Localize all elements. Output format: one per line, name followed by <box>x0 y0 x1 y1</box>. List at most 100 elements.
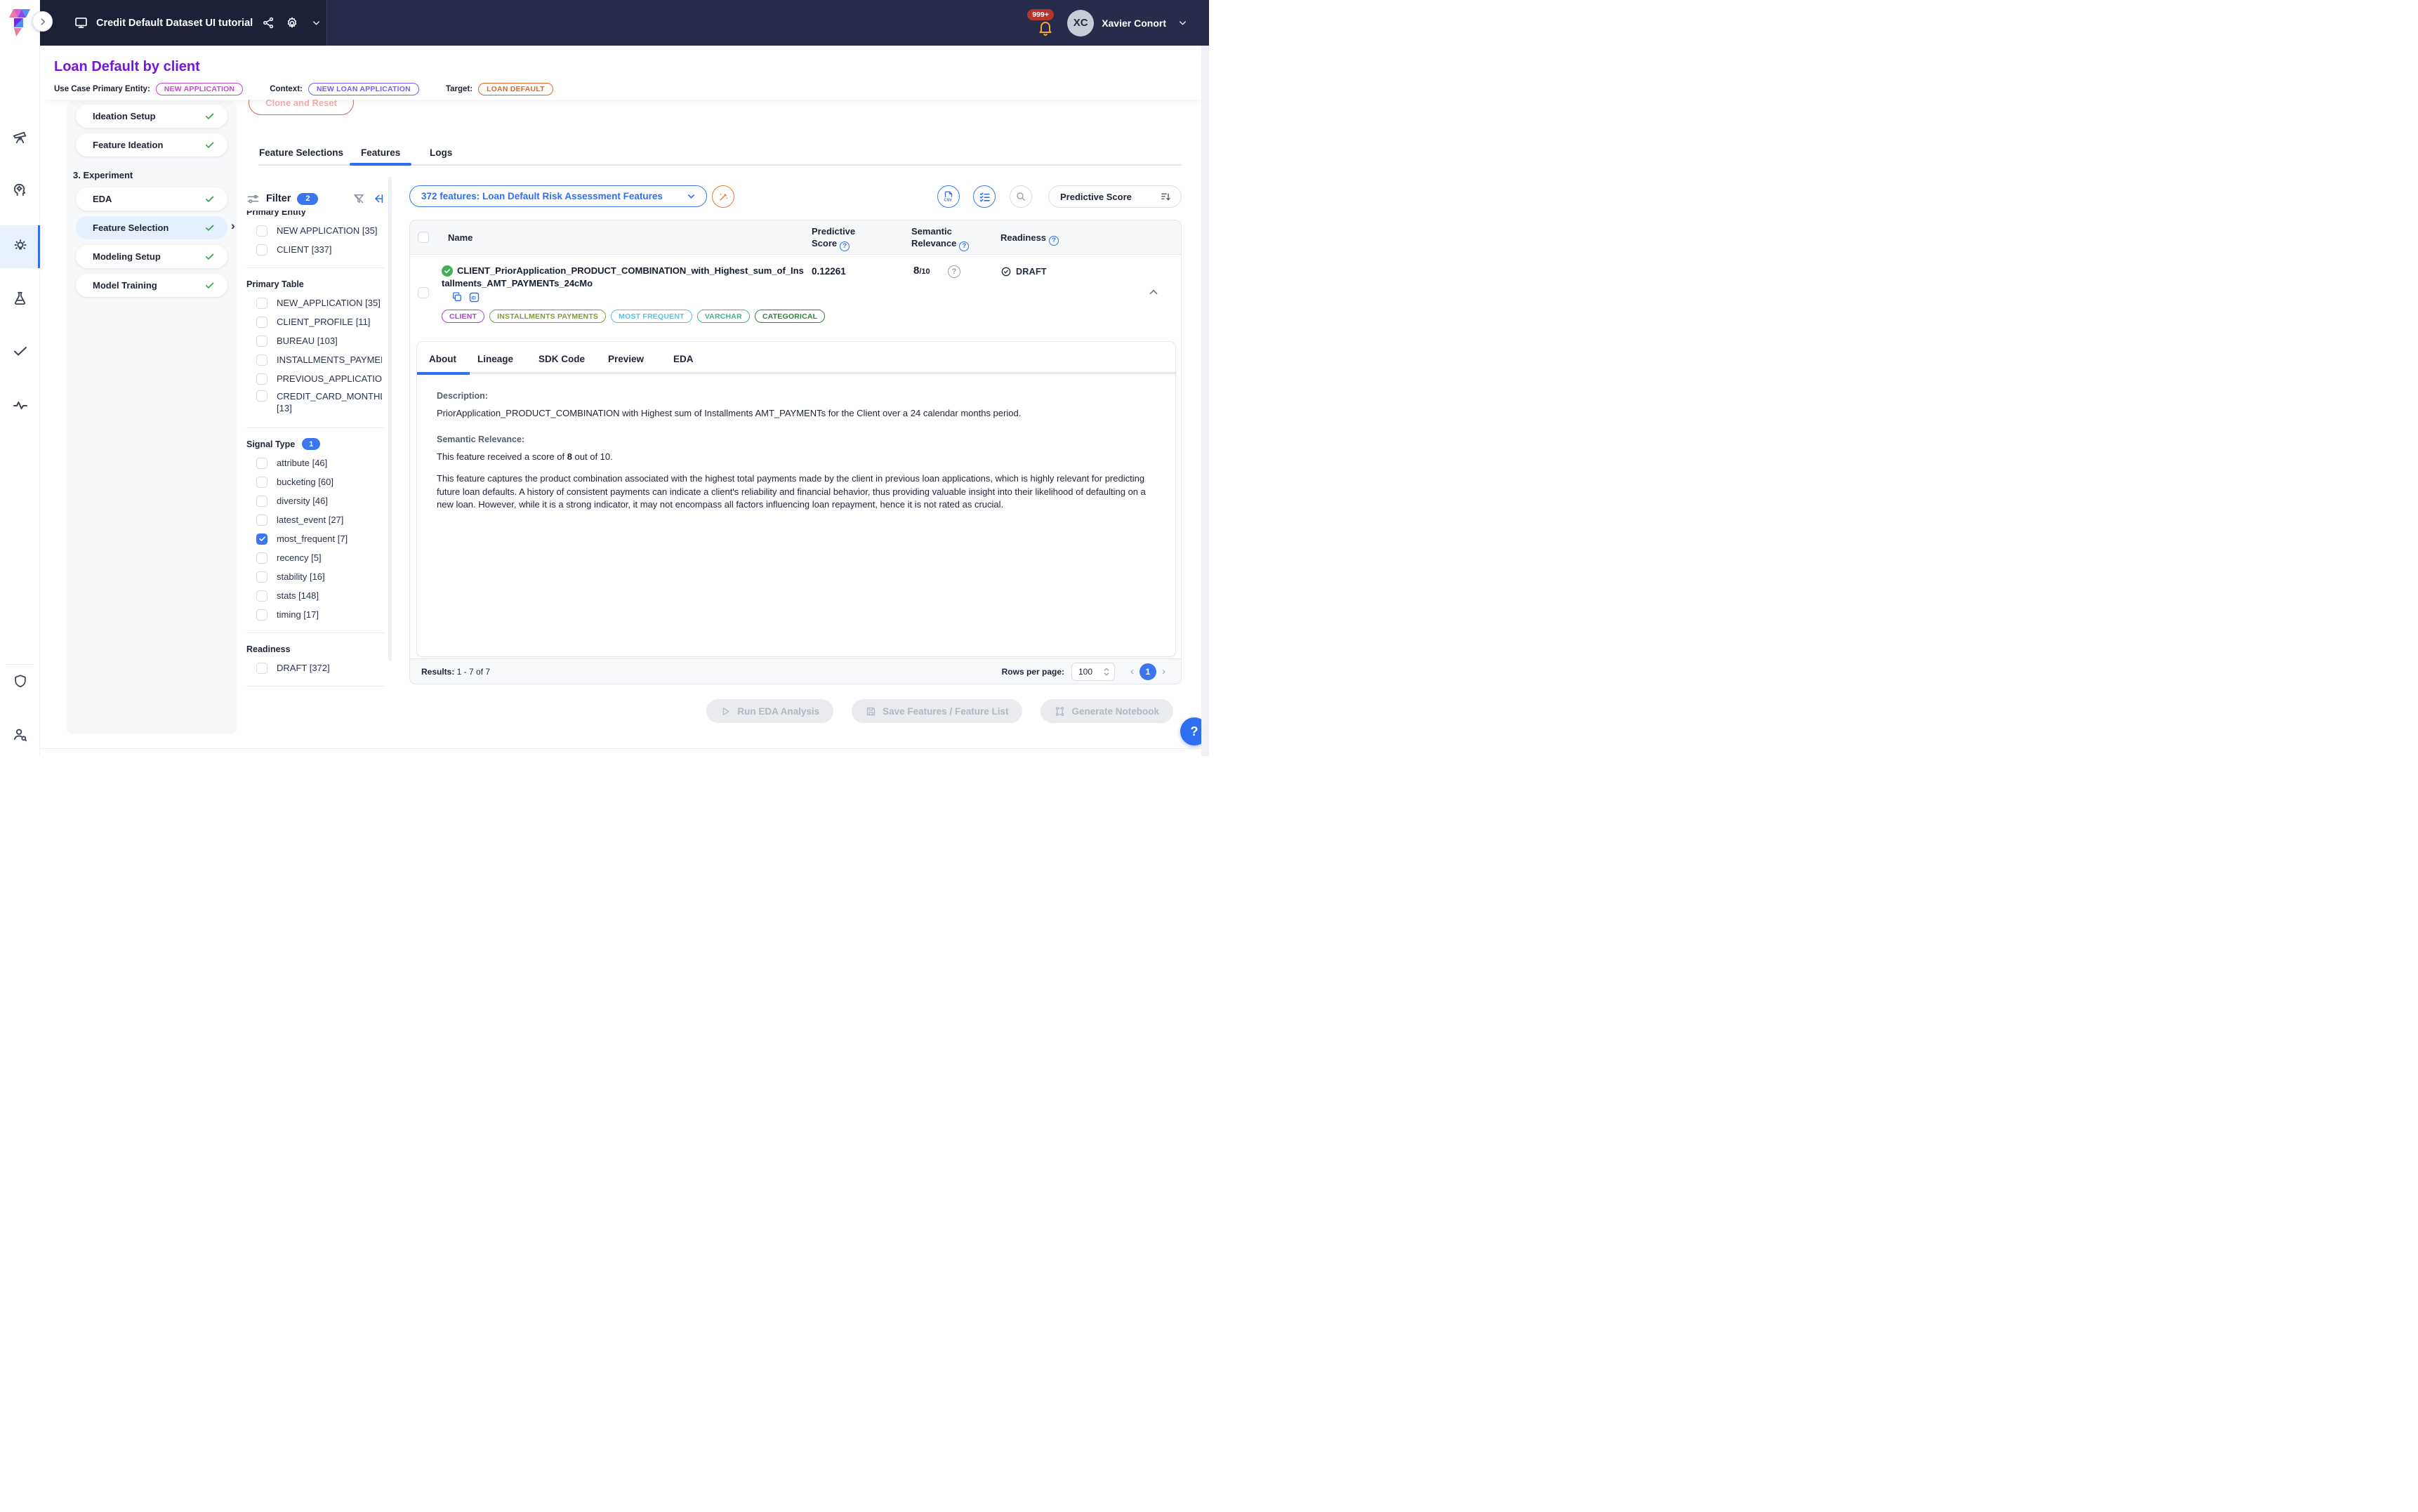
collapse-row-icon[interactable] <box>1147 286 1160 302</box>
detail-tab-sdk-code[interactable]: SDK Code <box>539 354 585 364</box>
telescope-icon[interactable] <box>0 123 40 151</box>
check-icon[interactable] <box>0 337 40 365</box>
tab-logs[interactable]: Logs <box>430 147 452 158</box>
lightbulb-icon[interactable] <box>0 232 40 260</box>
window-scrollbar[interactable] <box>1201 46 1209 756</box>
feature-name[interactable]: CLIENT_PriorApplication_PRODUCT_COMBINAT… <box>442 265 807 290</box>
filter-option[interactable]: CREDIT_CARD_MONTHLY_B [13] <box>246 388 384 419</box>
tab-features[interactable]: Features <box>361 147 400 158</box>
filter-option[interactable]: PREVIOUS_APPLICATION [6 <box>246 369 384 388</box>
clear-filters-icon[interactable] <box>352 192 365 205</box>
share-icon[interactable] <box>260 15 277 32</box>
gear-icon[interactable] <box>284 15 300 32</box>
checkbox[interactable] <box>256 571 267 583</box>
checkbox[interactable] <box>256 354 267 366</box>
checkbox[interactable] <box>256 390 267 402</box>
help-circle-icon[interactable]: ? <box>840 241 850 251</box>
content-area: Ideation Setup Feature Ideation 3. Exper… <box>40 100 1209 756</box>
filter-option[interactable]: CLIENT [337] <box>246 240 384 259</box>
filter-option-most-frequent[interactable]: most_frequent [7] <box>246 529 384 548</box>
checkbox[interactable] <box>256 317 267 328</box>
filter-option[interactable]: bucketing [60] <box>246 472 384 491</box>
save-features-button[interactable]: Save Features / Feature List <box>852 699 1022 723</box>
filter-option[interactable]: diversity [46] <box>246 491 384 510</box>
sort-by-dropdown[interactable]: Predictive Score <box>1048 185 1182 208</box>
checkbox[interactable] <box>256 336 267 347</box>
step-modeling-setup[interactable]: Modeling Setup <box>76 245 227 268</box>
search-button[interactable] <box>1010 185 1032 208</box>
notifications-bell[interactable]: 999+ <box>1031 8 1059 39</box>
checkbox[interactable] <box>256 225 267 237</box>
filter-option[interactable]: NEW APPLICATION [35] <box>246 221 384 240</box>
tab-active-indicator <box>350 163 411 166</box>
tab-feature-selections[interactable]: Feature Selections <box>259 147 343 158</box>
tag-signal-type: MOST FREQUENT <box>611 310 692 323</box>
current-page[interactable]: 1 <box>1139 663 1156 680</box>
checkbox[interactable] <box>256 458 267 469</box>
feature-list-dropdown[interactable]: 372 features: Loan Default Risk Assessme… <box>409 185 707 207</box>
magic-wand-button[interactable] <box>712 185 734 208</box>
filter-option[interactable]: INSTALLMENTS_PAYMENTS <box>246 350 384 369</box>
checkbox[interactable] <box>256 609 267 621</box>
avatar[interactable]: XC <box>1067 10 1094 37</box>
checkbox[interactable] <box>256 298 267 309</box>
detail-tab-about[interactable]: About <box>429 354 456 364</box>
flask-icon[interactable] <box>0 284 40 312</box>
generate-notebook-button[interactable]: Generate Notebook <box>1040 699 1173 723</box>
step-ideation-setup[interactable]: Ideation Setup <box>76 105 227 128</box>
collapse-filter-icon[interactable] <box>371 192 384 205</box>
detail-tab-preview[interactable]: Preview <box>608 354 644 364</box>
clone-and-reset-button[interactable]: Clone and Reset <box>249 100 354 115</box>
step-model-training[interactable]: Model Training <box>76 274 227 297</box>
filter-option[interactable]: recency [5] <box>246 548 384 567</box>
feature-row[interactable]: CLIENT_PriorApplication_PRODUCT_COMBINAT… <box>410 255 1181 335</box>
chevron-down-icon[interactable] <box>308 15 324 32</box>
filter-option[interactable]: latest_event [27] <box>246 510 384 529</box>
filter-option[interactable]: timing [17] <box>246 605 384 624</box>
shield-icon[interactable] <box>0 667 40 695</box>
next-page-button[interactable]: › <box>1156 665 1171 677</box>
checkbox[interactable] <box>256 590 267 602</box>
user-search-icon[interactable] <box>0 720 40 748</box>
step-feature-selection[interactable]: Feature Selection <box>76 216 227 239</box>
copy-icon[interactable] <box>451 291 463 303</box>
step-feature-ideation[interactable]: Feature Ideation <box>76 133 227 157</box>
select-all-checkbox[interactable] <box>418 232 429 243</box>
checkbox[interactable] <box>256 244 267 256</box>
col-name: Name <box>448 232 473 244</box>
filter-option[interactable]: attribute [46] <box>246 453 384 472</box>
help-circle-icon[interactable]: ? <box>959 241 969 251</box>
run-eda-analysis-button[interactable]: Run EDA Analysis <box>706 699 833 723</box>
filter-option[interactable]: BUREAU [103] <box>246 331 384 350</box>
filter-scrollbar[interactable] <box>388 177 392 661</box>
filter-option[interactable]: NEW_APPLICATION [35] <box>246 293 384 312</box>
select-columns-button[interactable] <box>973 185 996 208</box>
sidebar-expand-button[interactable] <box>32 11 53 32</box>
user-menu-chevron-icon[interactable] <box>1174 15 1191 32</box>
filter-option[interactable]: CLIENT_PROFILE [11] <box>246 312 384 331</box>
checkbox[interactable] <box>256 496 267 507</box>
detail-tab-eda[interactable]: EDA <box>673 354 694 364</box>
semantic-help-icon[interactable]: ? <box>948 265 960 278</box>
prev-page-button[interactable]: ‹ <box>1125 665 1139 677</box>
help-circle-icon[interactable]: ? <box>1049 236 1059 246</box>
checkbox[interactable] <box>256 515 267 526</box>
rows-per-page-select[interactable]: 100 <box>1071 663 1115 681</box>
row-checkbox[interactable] <box>418 287 429 298</box>
spinner-arrows-icon <box>1103 667 1110 677</box>
checkbox[interactable] <box>256 552 267 564</box>
activity-icon[interactable] <box>0 391 40 419</box>
checkbox[interactable] <box>256 373 267 385</box>
checkbox[interactable] <box>256 477 267 488</box>
detail-tab-lineage[interactable]: Lineage <box>477 354 513 364</box>
step-eda[interactable]: EDA <box>76 187 227 211</box>
checkbox[interactable] <box>256 663 267 674</box>
step-expand-chevron-icon[interactable]: › <box>231 219 235 233</box>
checkbox-checked[interactable] <box>256 533 267 545</box>
ideation-head-icon[interactable] <box>0 175 40 204</box>
filter-option[interactable]: DRAFT [372] <box>246 658 384 677</box>
filter-option[interactable]: stats [148] <box>246 586 384 605</box>
export-csv-button[interactable]: CSV <box>937 185 960 208</box>
feature-id-icon[interactable]: ID <box>468 291 480 303</box>
filter-option[interactable]: stability [16] <box>246 567 384 586</box>
